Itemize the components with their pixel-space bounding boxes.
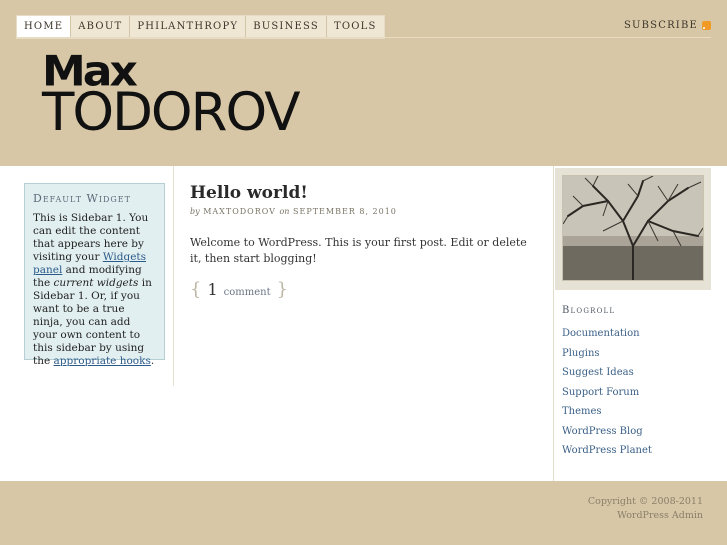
widget-text-part: in Sidebar 1. Or, if you want to be a tr… (33, 277, 152, 367)
default-widget: Default Widget This is Sidebar 1. You ca… (24, 183, 165, 367)
rss-icon (702, 21, 711, 30)
appropriate-hooks-link[interactable]: appropriate hooks (54, 355, 151, 367)
header-divider (16, 37, 711, 38)
tree-photo (562, 175, 704, 281)
blogroll-title: Blogroll (562, 305, 616, 316)
blogroll-link[interactable]: Documentation (562, 324, 652, 344)
post-meta: by MAXTODOROV on SEPTEMBER 8, 2010 (190, 207, 540, 216)
tree-photo-graphic (563, 176, 703, 280)
post-title[interactable]: Hello world! (190, 182, 540, 204)
post: Hello world! by MAXTODOROV on SEPTEMBER … (190, 182, 540, 300)
nav-home[interactable]: HOME (17, 16, 72, 38)
nav-about[interactable]: ABOUT (71, 16, 131, 38)
widget-text: This is Sidebar 1. You can edit the cont… (33, 212, 156, 368)
current-widgets-emphasis: current widgets (53, 277, 139, 289)
comment-count: 1 (207, 280, 218, 299)
column-divider (173, 166, 174, 386)
blogroll-link[interactable]: Suggest Ideas (562, 363, 652, 383)
post-body: Welcome to WordPress. This is your first… (190, 236, 527, 265)
blogroll-link[interactable]: Support Forum (562, 383, 652, 403)
post-date: SEPTEMBER 8, 2010 (293, 207, 397, 216)
blogroll-list: Documentation Plugins Suggest Ideas Supp… (562, 324, 652, 461)
subscribe-link[interactable]: SUBSCRIBE (624, 20, 711, 31)
widget-text-part: . (150, 355, 155, 367)
comments-link[interactable]: { 1 comment } (190, 279, 540, 300)
footer-text: Copyright © 2008-2011 WordPress Admin (588, 495, 703, 523)
main-nav: HOME ABOUT PHILANTHROPY BUSINESS TOOLS (16, 15, 385, 39)
nav-business[interactable]: BUSINESS (246, 16, 327, 38)
brace-close: } (276, 279, 289, 300)
footer-admin-link[interactable]: WordPress Admin (588, 509, 703, 523)
meta-by: by (190, 207, 200, 216)
footer-copyright: Copyright © 2008-2011 (587, 496, 703, 507)
nav-tools[interactable]: TOOLS (326, 16, 384, 38)
site-logo[interactable]: Max TODOROV (42, 47, 300, 140)
blogroll-link[interactable]: Themes (562, 402, 652, 422)
meta-on: on (279, 207, 290, 216)
brace-open: { (190, 279, 202, 300)
comment-label: comment (223, 287, 271, 298)
blogroll-link[interactable]: WordPress Planet (562, 441, 652, 461)
nav-philanthropy[interactable]: PHILANTHROPY (130, 16, 247, 38)
subscribe-label: SUBSCRIBE (623, 20, 698, 31)
widget-title: Default Widget (33, 192, 131, 205)
blogroll-link[interactable]: WordPress Blog (562, 422, 652, 442)
logo-first-name: Max (42, 47, 138, 96)
blogroll-link[interactable]: Plugins (562, 344, 652, 364)
post-author[interactable]: MAXTODOROV (203, 207, 276, 216)
